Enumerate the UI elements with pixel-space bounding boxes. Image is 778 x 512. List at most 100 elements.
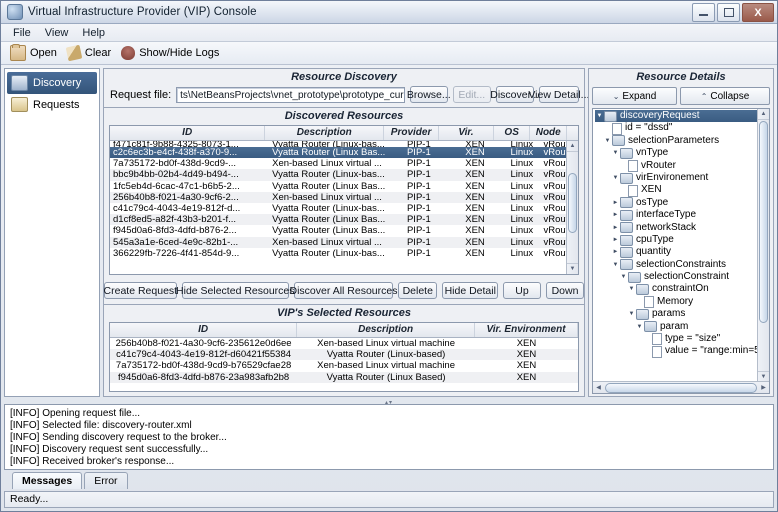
toolbar-clear-button[interactable]: Clear — [67, 46, 111, 60]
tab-messages[interactable]: Messages — [12, 472, 82, 489]
tree-horizontal-scrollbar[interactable]: ◀ ▶ — [593, 381, 769, 393]
discovered-vertical-scrollbar[interactable]: ▲ ▼ — [566, 141, 578, 274]
tree-expanded-icon[interactable]: ▼ — [595, 110, 604, 122]
sidebar-item-discovery[interactable]: Discovery — [7, 72, 97, 94]
tree-node[interactable]: ▼param — [595, 321, 769, 333]
tree-scroll-thumb[interactable] — [759, 121, 768, 323]
menu-view[interactable]: View — [39, 26, 75, 40]
table-row[interactable]: 366229fb-7226-4f41-854d-9...Vyatta Route… — [110, 248, 578, 259]
request-file-input[interactable]: ts\NetBeansProjects\vnet_prototype\proto… — [176, 87, 405, 103]
tree-expanded-icon[interactable]: ▼ — [611, 172, 620, 184]
hide-detail-button[interactable]: Hide Detail — [442, 282, 498, 299]
browse-button[interactable]: Browse... — [410, 86, 448, 103]
folder-icon — [604, 111, 617, 122]
tree-scroll-up-icon[interactable]: ▲ — [758, 109, 769, 120]
tree-expanded-icon[interactable]: ▼ — [635, 321, 644, 333]
tree-node[interactable]: ▼vnType — [595, 147, 769, 159]
scroll-thumb[interactable] — [568, 173, 577, 233]
cell-env: XEN — [447, 214, 503, 225]
tree-node[interactable]: ►osType — [595, 197, 769, 209]
table-row[interactable]: 256b40b8-f021-4a30-9cf6-235612e0d6eeXen-… — [110, 338, 578, 349]
tree-node[interactable]: ► cpuType — [595, 234, 769, 246]
view-detail-button[interactable]: View Detail... — [539, 86, 579, 103]
tree-collapsed-icon[interactable]: ► — [611, 209, 620, 221]
tree-collapsed-icon[interactable]: ► — [611, 246, 620, 258]
cell-env: XEN — [447, 237, 503, 248]
table-row[interactable]: f945d0a6-8fd3-4dfd-b876-2...Vyatta Route… — [110, 225, 578, 236]
sel-col-vir-environment[interactable]: Vir. Environment — [475, 323, 578, 337]
sel-col-id[interactable]: ID — [110, 323, 297, 337]
table-row[interactable]: 7a735172-bd0f-438d-9cd9-...Xen-based Lin… — [110, 158, 578, 169]
tree-node[interactable]: ►interfaceType — [595, 209, 769, 221]
tree-node[interactable]: ▼selectionConstraints — [595, 259, 769, 271]
discover-all-resources-button[interactable]: Discover All Resources — [294, 282, 393, 299]
table-row[interactable]: c41c79c4-4043-4e19-812f-d...Vyatta Route… — [110, 203, 578, 214]
close-button[interactable]: X — [742, 3, 774, 22]
tree-expanded-icon[interactable]: ▼ — [619, 271, 628, 283]
col-vir-environment[interactable]: Vir. Environment — [439, 126, 494, 140]
delete-button[interactable]: Delete — [398, 282, 437, 299]
tree-expanded-icon[interactable]: ▼ — [627, 283, 636, 295]
expand-button[interactable]: ⌄ Expand — [592, 87, 677, 105]
tab-error[interactable]: Error — [84, 472, 127, 489]
table-row[interactable]: 545a3a1e-6ced-4e9c-82b1-...Xen-based Lin… — [110, 237, 578, 248]
tree-node[interactable]: ►networkStack — [595, 222, 769, 234]
tree-expanded-icon[interactable]: ▼ — [603, 135, 612, 147]
tree-node[interactable]: vRouter — [595, 160, 769, 172]
col-os-type[interactable]: OS Type — [494, 126, 531, 140]
collapse-label: Collapse — [710, 91, 749, 102]
table-row[interactable]: 1fc5eb4d-6cac-47c1-b6b5-2...Vyatta Route… — [110, 181, 578, 192]
scroll-down-icon[interactable]: ▼ — [567, 263, 578, 274]
col-id[interactable]: ID — [110, 126, 265, 140]
down-button[interactable]: Down — [546, 282, 584, 299]
tree-expanded-icon[interactable]: ▼ — [627, 308, 636, 320]
tree-collapsed-icon[interactable]: ► — [611, 197, 620, 209]
table-row[interactable]: bbc9b4bb-02b4-4d49-b494-...Vyatta Router… — [110, 169, 578, 180]
tree-node[interactable]: ▼selectionConstraint — [595, 271, 769, 283]
col-provider[interactable]: Provider — [384, 126, 439, 140]
tree-expanded-icon[interactable]: ▼ — [611, 259, 620, 271]
maximize-button[interactable] — [717, 3, 740, 22]
tree-node[interactable]: Memory — [595, 296, 769, 308]
tree-node[interactable]: type = "size" — [595, 333, 769, 345]
menu-help[interactable]: Help — [76, 26, 111, 40]
tree-node[interactable]: ▼constraintOn — [595, 283, 769, 295]
tree-node[interactable]: ►quantity — [595, 246, 769, 258]
minimize-button[interactable] — [692, 3, 715, 22]
up-button[interactable]: Up — [503, 282, 541, 299]
tree-hscroll-thumb[interactable] — [605, 383, 757, 393]
sel-col-description[interactable]: Description — [297, 323, 475, 337]
scroll-up-icon[interactable]: ▲ — [567, 141, 578, 152]
tree-collapsed-icon[interactable]: ► — [611, 234, 620, 246]
collapse-button[interactable]: ⌃ Collapse — [680, 87, 770, 105]
tree-scroll-right-icon[interactable]: ▶ — [758, 384, 769, 391]
tree-node[interactable]: id = "dssd" — [595, 122, 769, 134]
tree-node[interactable]: ▼virEnvironement — [595, 172, 769, 184]
tree-scroll-left-icon[interactable]: ◀ — [593, 384, 604, 391]
tree-vertical-scrollbar[interactable]: ▲ ▼ — [757, 109, 769, 382]
tree-node[interactable]: value = "range:min=512" — [595, 345, 769, 357]
menu-file[interactable]: File — [7, 26, 37, 40]
expand-label: Expand — [622, 91, 656, 102]
sidebar-item-requests[interactable]: Requests — [7, 94, 97, 115]
table-row[interactable]: 7a735172-bd0f-438d-9cd9-b76529cfae28Xen-… — [110, 360, 578, 371]
table-row[interactable]: c2c6ec3b-e4cf-438f-a370-9...Vyatta Route… — [110, 147, 578, 158]
tree-node-label: cpuType — [636, 234, 674, 246]
toolbar-showhide-logs-button[interactable]: Show/Hide Logs — [121, 46, 219, 60]
table-row[interactable]: d1cf8ed5-a82f-43b3-b201-f...Vyatta Route… — [110, 214, 578, 225]
tree-node[interactable]: XEN — [595, 184, 769, 196]
tree-node[interactable]: ▼discoveryRequest — [595, 110, 769, 122]
tree-expanded-icon[interactable]: ▼ — [611, 147, 620, 159]
tree-node[interactable]: ▼params — [595, 308, 769, 320]
table-row[interactable]: 256b40b8-f021-4a30-9cf6-2...Xen-based Li… — [110, 192, 578, 203]
tree-collapsed-icon[interactable]: ► — [611, 222, 620, 234]
table-row[interactable]: c41c79c4-4043-4e19-812f-d60421f55384Vyat… — [110, 349, 578, 360]
tree-node[interactable]: ▼selectionParameters — [595, 135, 769, 147]
col-description[interactable]: Description — [265, 126, 384, 140]
col-node-type[interactable]: Node Type — [530, 126, 567, 140]
table-row[interactable]: f945d0a6-8fd3-4dfd-b876-23a983afb2b8Vyat… — [110, 372, 578, 383]
create-request-button[interactable]: Create Request — [104, 282, 177, 299]
log-area: [INFO] Opening request file...[INFO] Sel… — [1, 404, 777, 491]
toolbar-open-button[interactable]: Open — [10, 45, 57, 61]
hide-selected-resources-button[interactable]: Hide Selected Resources — [182, 282, 289, 299]
